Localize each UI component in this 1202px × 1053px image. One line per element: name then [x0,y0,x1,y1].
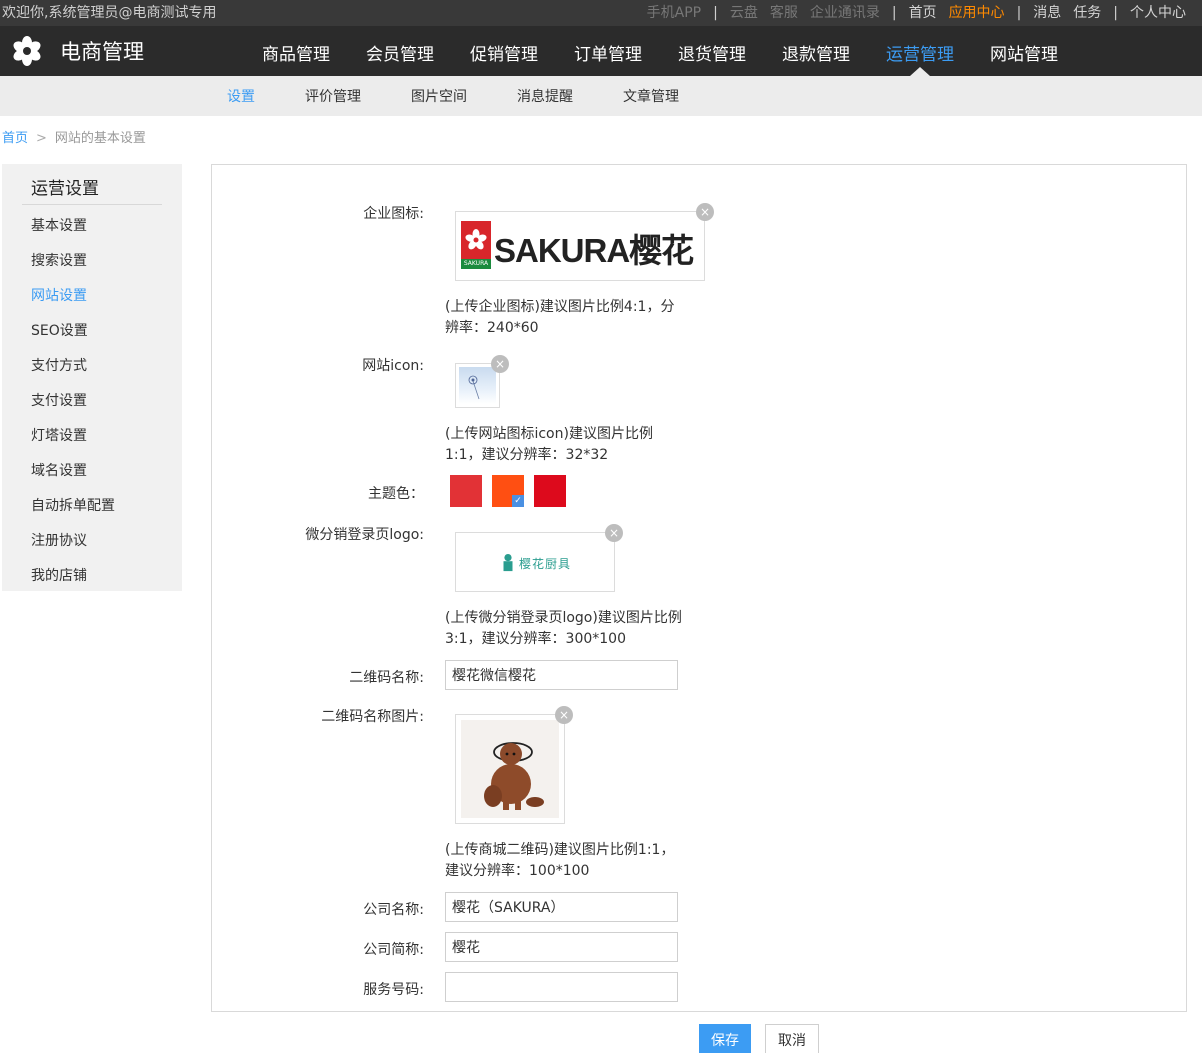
main-nav-item[interactable]: 网站管理 [972,26,1076,76]
side-menu-item[interactable]: 支付方式 [31,355,87,375]
sub-nav-item[interactable]: 设置 [227,76,255,118]
qrcode-image-preview[interactable] [455,714,565,824]
top-link-separator: | [713,5,718,21]
main-nav-item[interactable]: 促销管理 [452,26,556,76]
top-link[interactable]: 客服 [770,0,798,26]
remove-site-icon-icon[interactable]: × [491,355,509,373]
distribution-logo-hint: (上传微分销登录页logo)建议图片比例3:1，建议分辨率：300*100 [445,610,682,647]
top-link[interactable]: 个人中心 [1130,0,1186,26]
site-icon-label: 网站icon: [362,358,424,374]
top-link[interactable]: 手机APP [647,0,701,26]
cancel-button[interactable]: 取消 [765,1024,819,1053]
side-menu-divider [22,204,162,205]
sakura-logo-text: SAKURA樱花 [494,232,694,269]
site-icon-hint: (上传网站图标icon)建议图片比例1:1，建议分辨率：32*32 [445,426,653,463]
main-nav: 商品管理 会员管理 促销管理 订单管理 退货管理 退款管理 运营管理 网站管理 [244,26,1076,76]
top-link[interactable]: 首页 [909,0,937,26]
breadcrumb: 首页 > 网站的基本设置 [2,127,146,146]
service-phone-label: 服务号码: [363,982,424,998]
sub-nav: 设置 评价管理 图片空间 消息提醒 文章管理 [0,76,1202,116]
breadcrumb-separator: > [36,131,47,146]
qrcode-image-hint: (上传商城二维码)建议图片比例1:1，建议分辨率：100*100 [445,842,675,879]
top-link[interactable]: 企业通讯录 [810,0,880,26]
side-menu-item[interactable]: 域名设置 [31,460,87,480]
main-nav-item[interactable]: 商品管理 [244,26,348,76]
company-logo-preview[interactable]: SAKURA SAKURA樱花 [455,211,705,281]
distribution-logo-preview[interactable]: 樱花厨具 [455,532,615,592]
remove-qrcode-image-icon[interactable]: × [555,706,573,724]
side-menu-item[interactable]: 灯塔设置 [31,425,87,445]
qrcode-name-label: 二维码名称: [349,670,424,686]
main-navbar: 电商管理 商品管理 会员管理 促销管理 订单管理 退货管理 退款管理 运营管理 网站管理 [0,26,1202,76]
sub-nav-item[interactable]: 评价管理 [305,76,361,118]
side-menu-item[interactable]: 我的店铺 [31,565,87,585]
settings-form-panel: 企业图标: SAKURA SAKURA樱花 × (上传企业图标)建议图片比例4:… [211,164,1187,1012]
company-name-input[interactable] [445,892,678,922]
dandelion-image [459,367,496,404]
sub-nav-item[interactable]: 图片空间 [411,76,467,118]
brand-name: 电商管理 [60,40,144,64]
sakura-badge-text: SAKURA [461,259,491,269]
qrcode-image-label: 二维码名称图片: [321,709,424,725]
top-links: 手机APP | 云盘 客服 企业通讯录 | 首页 应用中心 | 消息 任务 | 个人中心 [641,0,1192,26]
main-nav-item[interactable]: 退款管理 [764,26,868,76]
remove-company-logo-icon[interactable]: × [696,203,714,221]
company-logo-label: 企业图标: [363,206,424,222]
side-menu-item[interactable]: 注册协议 [31,530,87,550]
main-nav-item[interactable]: 退货管理 [660,26,764,76]
top-link[interactable]: 应用中心 [949,0,1005,26]
theme-color-swatch[interactable] [534,475,566,507]
company-short-input[interactable] [445,932,678,962]
theme-color-swatch[interactable] [450,475,482,507]
top-link-separator: | [1016,5,1022,21]
side-menu-title: 运营设置 [31,179,99,199]
main-nav-item[interactable]: 订单管理 [556,26,660,76]
side-menu: 运营设置 基本设置搜索设置网站设置 SEO设置支付方式支付设置灯塔设置域名设置自动… [2,164,182,591]
company-short-label: 公司简称: [363,942,424,958]
side-menu-item[interactable]: 支付设置 [31,390,87,410]
top-link[interactable]: 消息 [1033,0,1061,26]
company-name-label: 公司名称: [363,902,424,918]
side-menu-item[interactable]: 基本设置 [31,215,87,235]
top-link[interactable]: 云盘 [730,0,758,26]
puppy-image [461,720,559,818]
distribution-logo-text: 樱花厨具 [519,557,572,571]
top-link[interactable]: 任务 [1073,0,1101,26]
side-menu-item[interactable]: 自动拆单配置 [31,495,115,515]
welcome-text: 欢迎你,系统管理员@电商测试专用 [2,5,217,21]
side-menu-item[interactable]: SEO设置 [31,320,88,340]
main-nav-item[interactable]: 运营管理 [868,26,972,76]
main-nav-item[interactable]: 会员管理 [348,26,452,76]
sub-nav-item[interactable]: 消息提醒 [517,76,573,118]
save-button[interactable]: 保存 [699,1024,751,1053]
chef-logo-icon [503,554,513,572]
distribution-logo-label: 微分销登录页logo: [305,527,424,543]
side-menu-item[interactable]: 搜索设置 [31,250,87,270]
selected-check-icon: ✓ [512,495,524,507]
sakura-badge-icon: SAKURA [461,221,491,271]
sub-nav-item[interactable]: 文章管理 [623,76,679,118]
service-phone-input[interactable] [445,972,678,1002]
brand[interactable]: 电商管理 [12,26,144,76]
theme-color-label: 主题色： [368,486,424,502]
side-menu-item[interactable]: 网站设置 [31,285,87,305]
company-logo-hint: (上传企业图标)建议图片比例4:1，分辨率：240*60 [445,299,675,336]
flower-logo-icon [13,36,41,66]
theme-color-swatch[interactable]: ✓ [492,475,524,507]
breadcrumb-home[interactable]: 首页 [2,131,28,146]
top-link-separator: | [1113,5,1118,21]
breadcrumb-current: 网站的基本设置 [54,131,146,146]
qrcode-name-input[interactable] [445,660,678,690]
top-link-separator: | [891,5,897,21]
top-utility-bar: 欢迎你,系统管理员@电商测试专用 手机APP | 云盘 客服 企业通讯录 | 首页 应用中心 |… [0,0,1202,26]
remove-distribution-logo-icon[interactable]: × [605,524,623,542]
